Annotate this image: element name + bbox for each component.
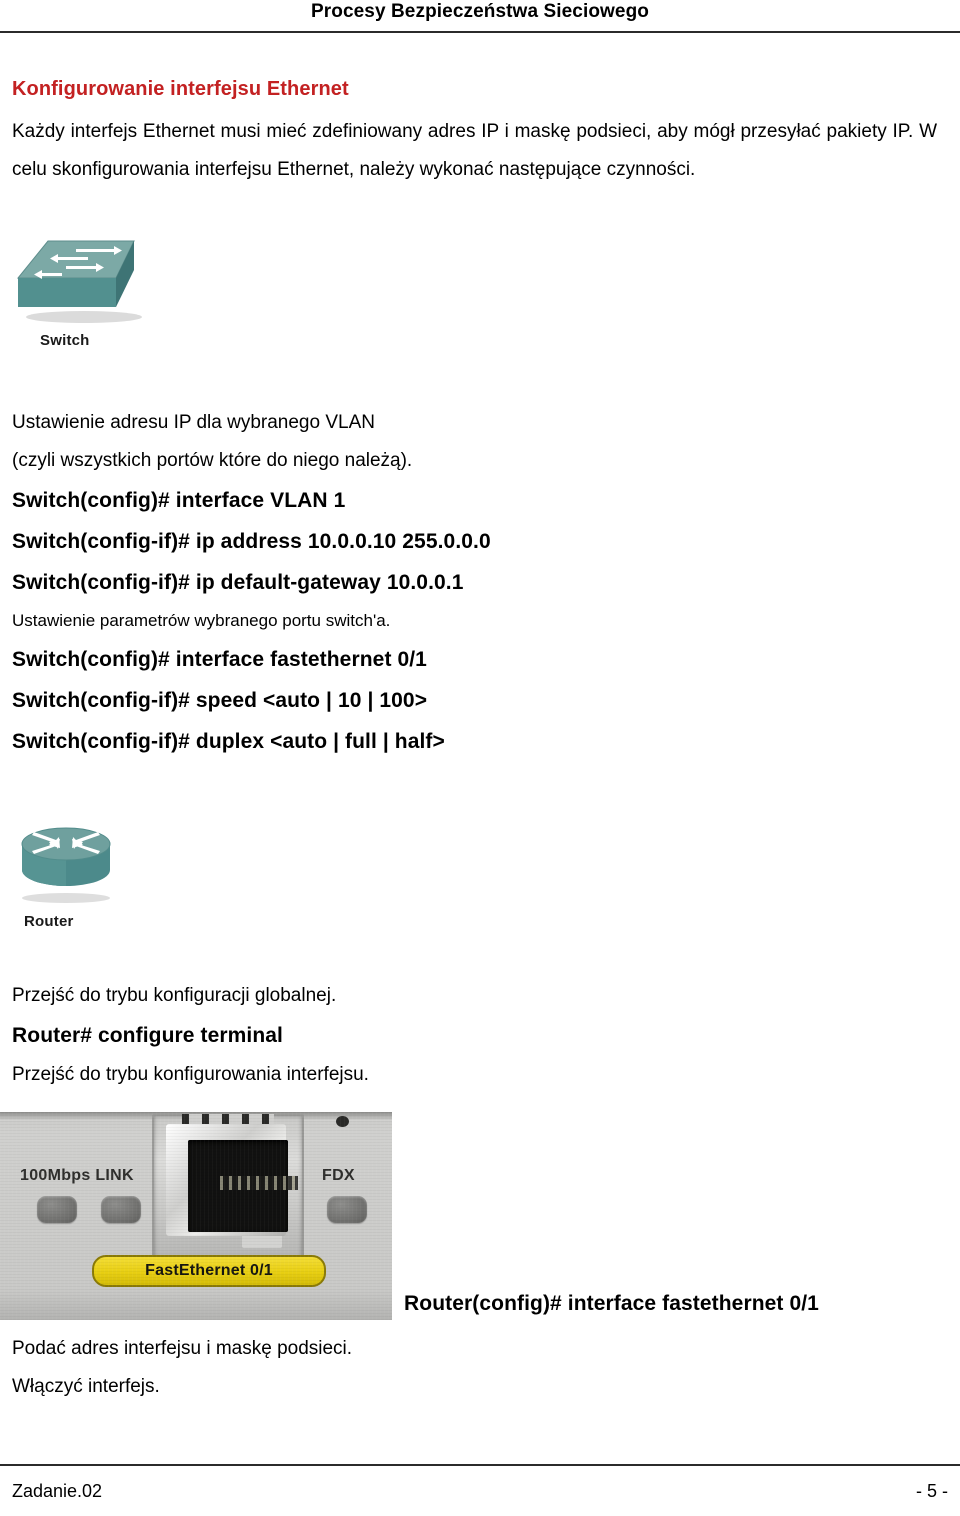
page-title: Konfigurowanie interfejsu Ethernet bbox=[12, 78, 349, 100]
footer-left-text: Zadanie.02 bbox=[12, 1481, 103, 1501]
switch-command-5: Switch(config-if)# speed <auto | 10 | 10… bbox=[12, 689, 428, 712]
rj45-port-photo: 100Mbps LINK FDX FastEthernet 0/1 bbox=[0, 1112, 392, 1320]
header-divider bbox=[0, 31, 960, 33]
switch-command-2: Switch(config-if)# ip address 10.0.0.10 … bbox=[12, 530, 491, 553]
led-fdx bbox=[327, 1196, 367, 1223]
page-number: - 5 - bbox=[915, 1481, 948, 1501]
router-command-2: Router(config)# interface fastethernet 0… bbox=[404, 1292, 819, 1315]
rj45-shield bbox=[166, 1124, 298, 1248]
router-desc-2: Przejść do trybu konfigurowania interfej… bbox=[12, 1064, 369, 1085]
switch-figure: Switch bbox=[10, 237, 160, 349]
switch-command-4: Switch(config)# interface fastethernet 0… bbox=[12, 648, 427, 671]
footer-divider bbox=[0, 1464, 960, 1466]
cisco-router-icon bbox=[21, 827, 111, 903]
switch-command-6: Switch(config-if)# duplex <auto | full |… bbox=[12, 730, 445, 753]
switch-instructions: Ustawienie adresu IP dla wybranego VLAN … bbox=[12, 404, 948, 762]
router-figure: Router bbox=[8, 818, 128, 930]
page-footer: Zadanie.02 - 5 - bbox=[12, 1478, 948, 1504]
photo-screw bbox=[336, 1116, 349, 1127]
led-link bbox=[101, 1196, 141, 1223]
router-command-1: Router# configure terminal bbox=[12, 1024, 283, 1047]
port-name-badge: FastEthernet 0/1 bbox=[92, 1255, 326, 1287]
switch-desc-3: Ustawienie parametrów wybranego portu sw… bbox=[12, 611, 391, 630]
switch-command-1: Switch(config)# interface VLAN 1 bbox=[12, 489, 346, 512]
closing-instructions: Podać adres interfejsu i maskę podsieci.… bbox=[12, 1330, 942, 1406]
header-title: Procesy Bezpieczeństwa Sieciowego bbox=[310, 1, 650, 22]
document-body: Konfigurowanie interfejsu Ethernet Każdy… bbox=[12, 46, 948, 189]
port-name-badge-label: FastEthernet 0/1 bbox=[145, 1262, 273, 1279]
rj45-opening bbox=[188, 1140, 298, 1248]
router-desc-1: Przejść do trybu konfiguracji globalnej. bbox=[12, 985, 337, 1006]
intro-paragraph: Każdy interfejs Ethernet musi mieć zdefi… bbox=[12, 121, 937, 180]
router-instructions: Przejść do trybu konfiguracji globalnej.… bbox=[12, 977, 948, 1094]
link-led-label: 100Mbps LINK bbox=[20, 1167, 134, 1184]
fdx-led-label: FDX bbox=[322, 1167, 355, 1184]
cisco-switch-icon bbox=[16, 240, 142, 323]
switch-command-3: Switch(config-if)# ip default-gateway 10… bbox=[12, 571, 464, 594]
switch-desc-2: (czyli wszystkich portów które do niego … bbox=[12, 450, 413, 471]
switch-desc-1: Ustawienie adresu IP dla wybranego VLAN bbox=[12, 412, 375, 433]
page-header: Procesy Bezpieczeństwa Sieciowego bbox=[0, 0, 960, 34]
router-desc-3: Podać adres interfejsu i maskę podsieci. bbox=[12, 1338, 353, 1359]
router-desc-4: Włączyć interfejs. bbox=[12, 1376, 160, 1397]
rj45-pins bbox=[220, 1176, 298, 1190]
rj45-jack bbox=[152, 1114, 304, 1266]
led-100mbps bbox=[37, 1196, 77, 1223]
rj45-clip-notch bbox=[242, 1236, 282, 1248]
switch-caption: Switch bbox=[40, 332, 90, 349]
router-caption: Router bbox=[24, 913, 74, 930]
